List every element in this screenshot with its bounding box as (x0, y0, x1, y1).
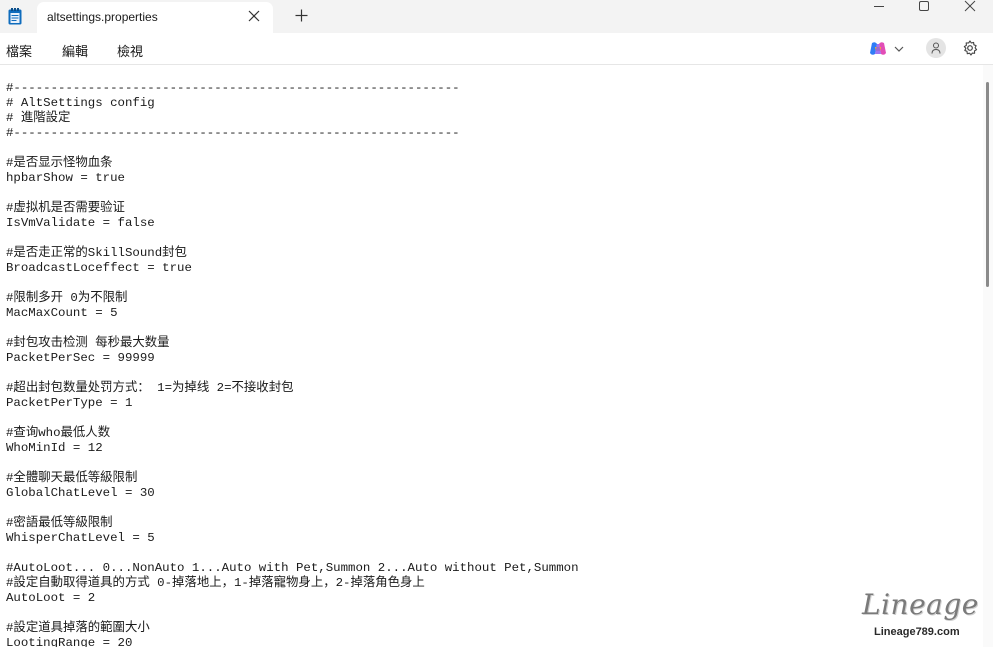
editor-content[interactable]: #---------------------------------------… (6, 81, 579, 647)
menu-edit[interactable]: 編輯 (62, 41, 88, 60)
tab-title: altsettings.properties (47, 10, 158, 24)
scrollbar-thumb[interactable] (986, 82, 989, 287)
title-bar: altsettings.properties (0, 0, 993, 33)
menu-file[interactable]: 檔案 (6, 41, 32, 60)
gear-icon[interactable] (962, 40, 978, 56)
account-avatar[interactable] (926, 38, 946, 58)
copilot-icon[interactable] (869, 41, 887, 57)
minimize-icon[interactable] (856, 0, 902, 20)
watermark-logo: Lineage Lineage789.com (858, 588, 986, 644)
person-icon (931, 42, 941, 54)
plus-icon[interactable] (295, 9, 308, 22)
close-icon[interactable] (247, 9, 261, 23)
watermark-logo-text: Lineage (862, 588, 979, 621)
vertical-scrollbar[interactable] (983, 65, 993, 647)
chevron-down-icon[interactable] (894, 45, 904, 53)
notepad-icon (8, 8, 22, 25)
watermark-url: Lineage789.com (874, 626, 960, 638)
window-close-icon[interactable] (947, 0, 993, 20)
menu-view[interactable]: 檢視 (117, 41, 143, 60)
maximize-icon[interactable] (901, 0, 947, 20)
tab-altsettings[interactable]: altsettings.properties (37, 2, 273, 33)
menu-bar: 檔案 編輯 檢視 (0, 33, 993, 65)
text-editor[interactable]: #---------------------------------------… (0, 65, 983, 647)
